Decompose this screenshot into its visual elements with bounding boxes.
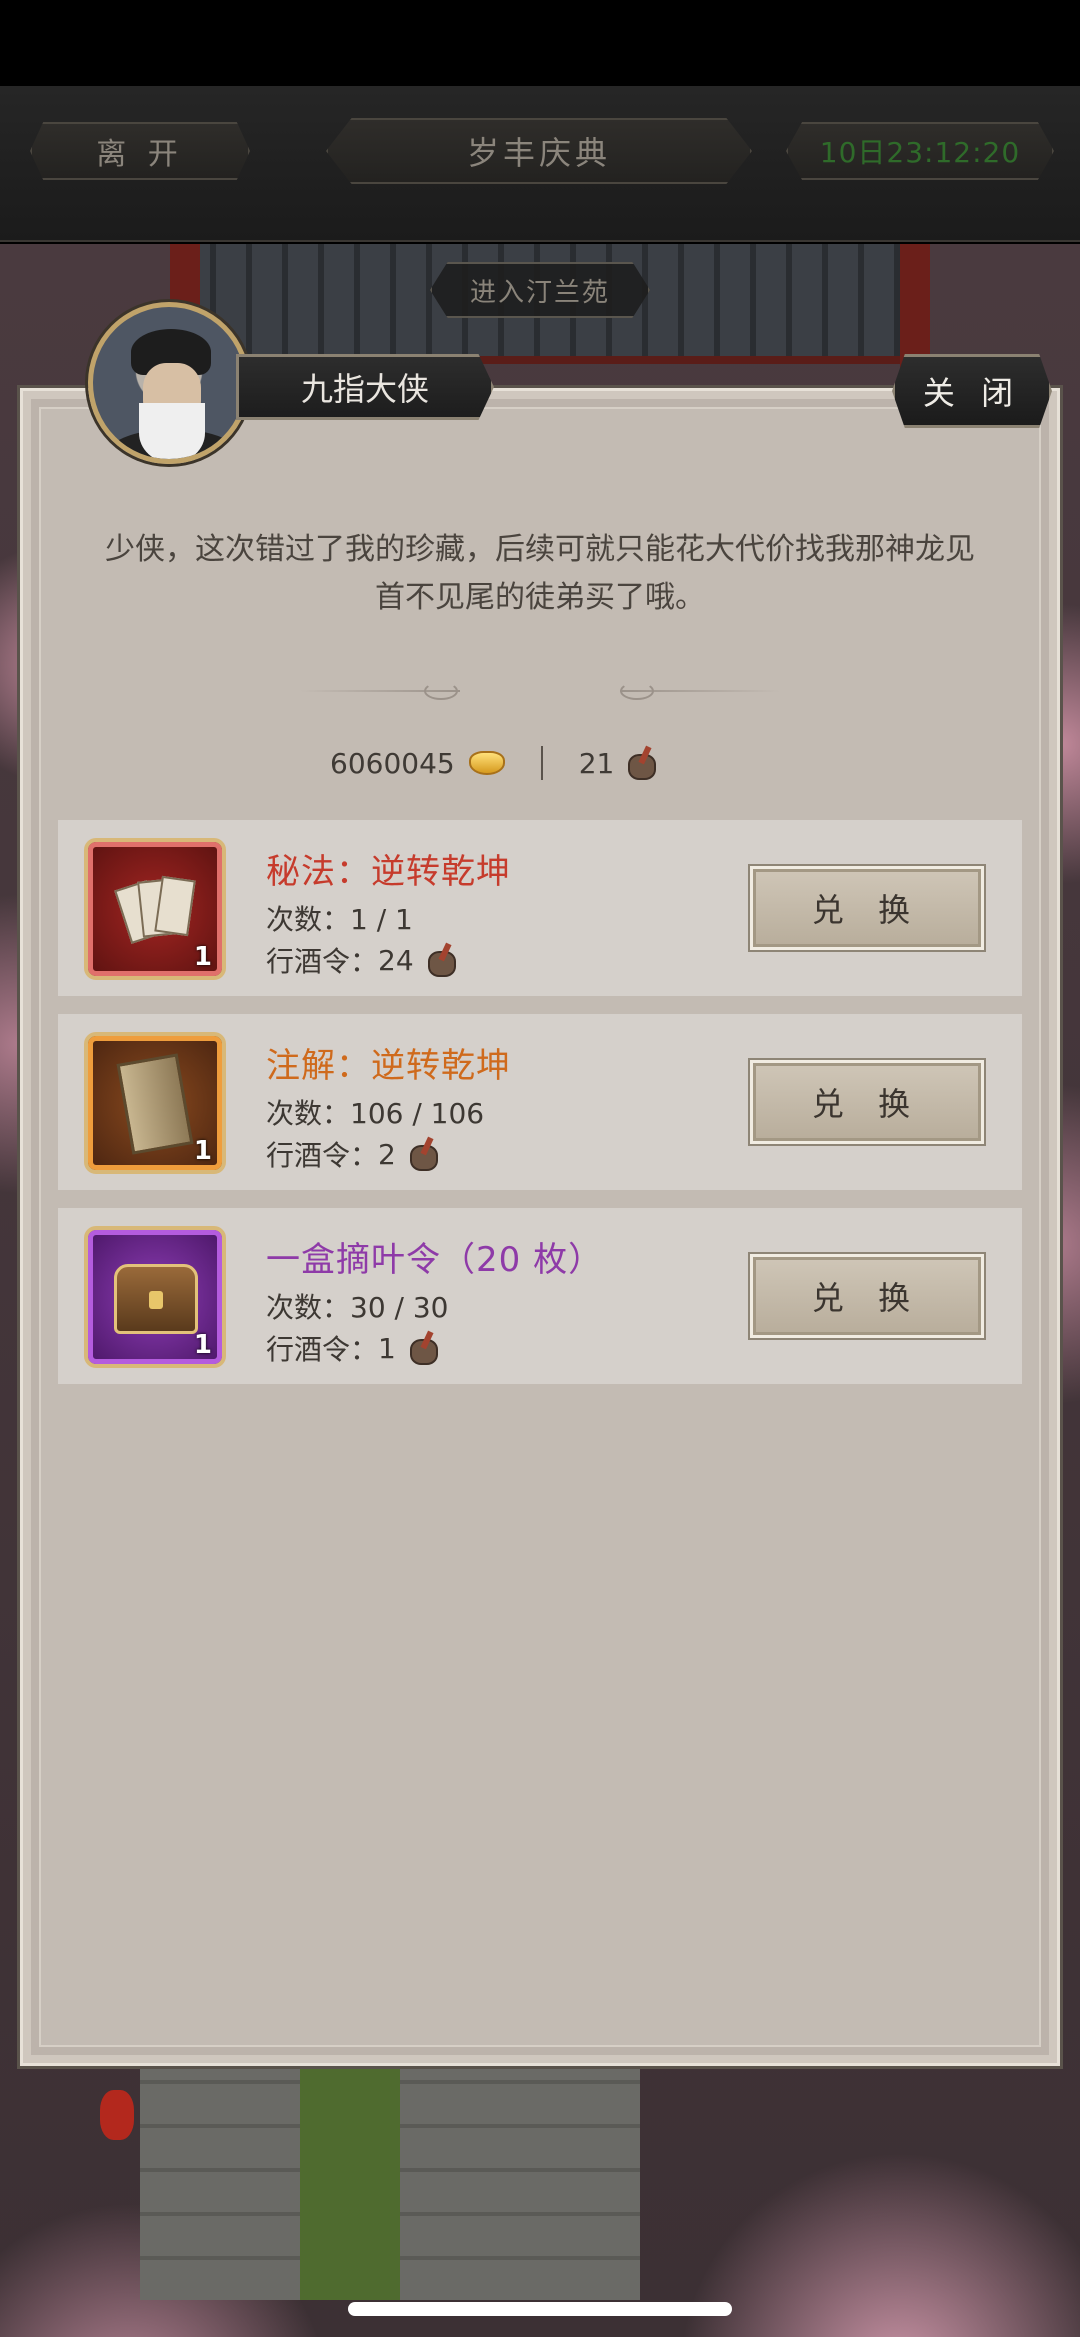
gold-ingot-icon xyxy=(468,751,505,775)
wine-token-icon xyxy=(406,1137,440,1171)
item-name: 注解：逆转乾坤 xyxy=(266,1046,511,1086)
cost-label: 行酒令： xyxy=(266,945,379,978)
exchange-button[interactable]: 兑 换 xyxy=(750,1060,984,1144)
home-indicator[interactable] xyxy=(348,2302,732,2316)
leave-button[interactable]: 离 开 xyxy=(30,122,250,180)
cost-value: 2 xyxy=(378,1137,396,1171)
item-icon-frame[interactable]: 1 xyxy=(84,838,226,980)
item-quantity: 1 xyxy=(193,942,212,972)
exchange-button[interactable]: 兑 换 xyxy=(750,866,984,950)
item-exchange-count: 次数：1 / 1 xyxy=(266,903,413,936)
npc-avatar xyxy=(88,302,250,464)
exchange-item: 1 秘法：逆转乾坤 次数：1 / 1 行酒令： 24 兑 换 xyxy=(58,820,1022,996)
item-name: 秘法：逆转乾坤 xyxy=(266,852,511,892)
npc-name: 九指大侠 xyxy=(236,354,494,420)
exchange-list: 1 秘法：逆转乾坤 次数：1 / 1 行酒令： 24 兑 换 1 注解：逆转乾坤… xyxy=(58,820,1022,1402)
divider-ornament-left xyxy=(424,682,458,700)
cost-value: 24 xyxy=(378,943,414,977)
ingot-balance: 6060045 xyxy=(330,746,455,780)
close-button[interactable]: 关 闭 xyxy=(892,354,1052,428)
item-quantity: 1 xyxy=(193,1330,212,1360)
exchange-item: 1 注解：逆转乾坤 次数：106 / 106 行酒令： 2 兑 换 xyxy=(58,1014,1022,1190)
currency-balance: 6060045 21 xyxy=(330,740,658,786)
wine-token-icon xyxy=(624,746,658,780)
exchange-button[interactable]: 兑 换 xyxy=(750,1254,984,1338)
item-cost: 行酒令： 1 xyxy=(266,1328,440,1368)
item-icon-frame[interactable]: 1 xyxy=(84,1226,226,1368)
item-icon-frame[interactable]: 1 xyxy=(84,1032,226,1174)
book-icon xyxy=(116,1053,194,1155)
wine-token-icon xyxy=(406,1331,440,1365)
cost-label: 行酒令： xyxy=(266,1333,379,1366)
status-bar xyxy=(0,0,1080,86)
avatar-beard xyxy=(139,403,205,459)
event-timer: 10日23:12:20 xyxy=(786,122,1054,180)
wine-token-icon xyxy=(424,943,458,977)
exchange-item: 1 一盒摘叶令（20 枚） 次数：30 / 30 行酒令： 1 兑 换 xyxy=(58,1208,1022,1384)
enter-garden-button[interactable]: 进入汀兰苑 xyxy=(430,262,650,318)
divider-right xyxy=(620,690,780,692)
garden-bed xyxy=(300,2060,400,2300)
item-quantity: 1 xyxy=(193,1136,212,1166)
wine-token-balance: 21 xyxy=(578,746,615,780)
item-cost: 行酒令： 24 xyxy=(266,940,458,980)
item-exchange-count: 次数：106 / 106 xyxy=(266,1097,485,1130)
event-title: 岁丰庆典 xyxy=(326,118,752,184)
item-cost: 行酒令： 2 xyxy=(266,1134,440,1174)
item-name: 一盒摘叶令（20 枚） xyxy=(266,1240,604,1280)
lantern-icon xyxy=(100,2090,134,2140)
npc-dialogue: 少侠，这次错过了我的珍藏，后续可就只能花大代价找我那神龙见首不见尾的徒弟买了哦。 xyxy=(105,532,975,615)
treasure-chest-icon xyxy=(114,1264,198,1334)
cost-label: 行酒令： xyxy=(266,1139,379,1172)
item-exchange-count: 次数：30 / 30 xyxy=(266,1291,449,1324)
cost-value: 1 xyxy=(378,1331,396,1365)
currency-separator xyxy=(540,746,543,780)
manuscripts-icon xyxy=(114,875,196,944)
